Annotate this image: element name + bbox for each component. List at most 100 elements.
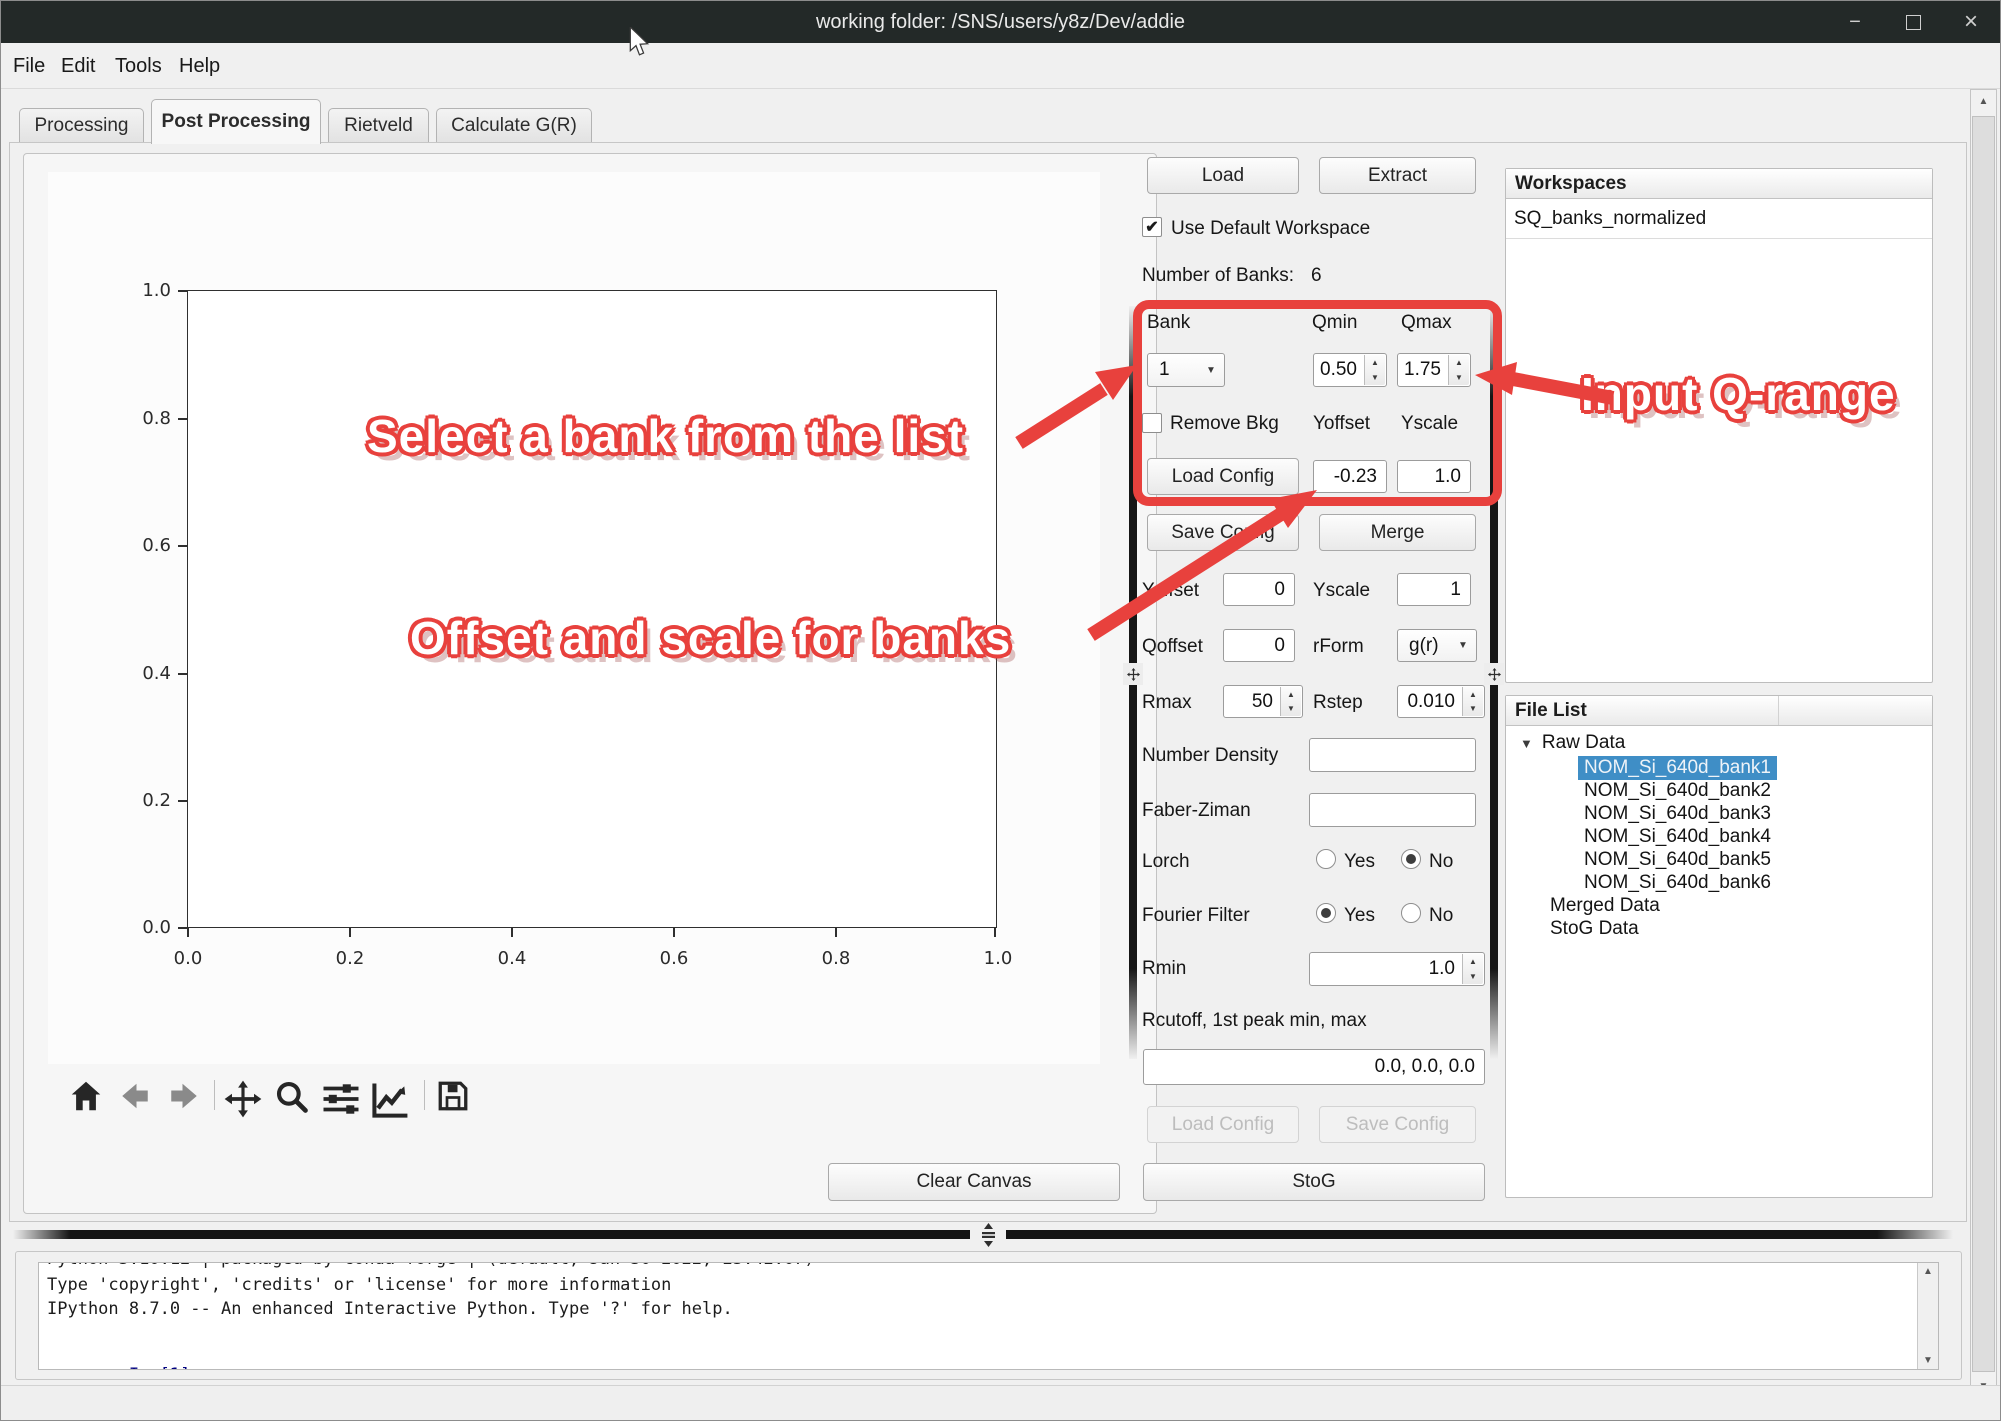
horizontal-splitter-bar[interactable] <box>1006 1230 1953 1239</box>
number-of-banks-value: 6 <box>1311 265 1322 287</box>
rmin-spinbox[interactable]: 1.0 ▲▼ <box>1309 952 1485 986</box>
minimize-button[interactable]: − <box>1833 5 1877 39</box>
lorch-no-radio[interactable] <box>1401 849 1421 869</box>
maximize-icon <box>1906 15 1921 30</box>
stog-button[interactable]: StoG <box>1143 1163 1485 1201</box>
console-scrollbar[interactable]: ▲ ▼ <box>1917 1263 1938 1369</box>
tree-item-stog-data[interactable]: StoG Data <box>1550 918 1639 940</box>
splitter-handle[interactable] <box>1484 663 1504 685</box>
tab-calculate-gr[interactable]: Calculate G(R) <box>436 108 592 143</box>
maximize-button[interactable] <box>1891 5 1935 39</box>
y-tick-label: 0.6 <box>116 535 171 556</box>
horizontal-splitter-handle[interactable] <box>974 1223 1002 1247</box>
workspaces-header[interactable]: Workspaces <box>1506 169 1932 199</box>
ipython-console-panel: Python 3.10.12 | packaged by conda-forge… <box>15 1251 1962 1380</box>
pan-icon[interactable] <box>222 1078 264 1125</box>
scroll-up-icon[interactable]: ▲ <box>1971 96 1996 107</box>
annotation-input-q-range: Input Q-range <box>1581 367 1896 421</box>
workspaces-panel: Workspaces SQ_banks_normalized <box>1505 168 1933 683</box>
lorch-label: Lorch <box>1142 851 1190 873</box>
spinner-arrows-icon[interactable]: ▲▼ <box>1280 687 1301 716</box>
application-window: working folder: /SNS/users/y8z/Dev/addie… <box>0 0 2001 1421</box>
title-bar[interactable]: working folder: /SNS/users/y8z/Dev/addie… <box>1 1 2000 43</box>
splitter-handle[interactable] <box>1123 663 1143 685</box>
load-button[interactable]: Load <box>1147 157 1299 194</box>
qoffset-field[interactable]: 0 <box>1223 629 1295 662</box>
tab-processing[interactable]: Processing <box>19 108 144 143</box>
scroll-up-icon[interactable]: ▲ <box>1918 1266 1938 1277</box>
yscale-field[interactable]: 1 <box>1397 573 1471 606</box>
lorch-no-label: No <box>1429 851 1453 873</box>
tree-item-bank3[interactable]: NOM_Si_640d_bank3 <box>1584 803 1771 825</box>
yscale-label: Yscale <box>1313 580 1370 602</box>
rstep-label: Rstep <box>1313 692 1363 714</box>
console-line-clipped: Python 3.10.12 | packaged by conda-forge… <box>47 1262 815 1269</box>
fourier-filter-yes-radio[interactable] <box>1316 903 1336 923</box>
stog-load-config-button[interactable]: Load Config <box>1147 1106 1299 1143</box>
tree-item-bank6[interactable]: NOM_Si_640d_bank6 <box>1584 872 1771 894</box>
spinner-arrows-icon[interactable]: ▲▼ <box>1462 687 1483 716</box>
save-config-button[interactable]: Save Config <box>1147 514 1299 551</box>
y-tick-label: 0.8 <box>116 408 171 429</box>
menu-item-file[interactable]: File <box>7 43 51 89</box>
tree-item-merged-data[interactable]: Merged Data <box>1550 895 1660 917</box>
spinner-arrows-icon[interactable]: ▲▼ <box>1462 954 1483 984</box>
close-button[interactable]: × <box>1949 5 1993 39</box>
expander-down-icon[interactable]: ▼ <box>1520 736 1533 751</box>
rcutoff-field[interactable]: 0.0, 0.0, 0.0 <box>1143 1049 1485 1085</box>
edit-plot-icon[interactable] <box>368 1078 412 1127</box>
forward-arrow-icon[interactable] <box>166 1078 202 1119</box>
tree-item-bank2[interactable]: NOM_Si_640d_bank2 <box>1584 780 1771 802</box>
yoffset-label: Yoffset <box>1142 580 1199 602</box>
use-default-workspace-checkbox[interactable] <box>1142 217 1162 237</box>
tab-post-processing[interactable]: Post Processing <box>151 99 321 144</box>
toolbar-separator <box>214 1080 215 1110</box>
yoffset-field[interactable]: 0 <box>1223 573 1295 606</box>
tree-item-raw-data[interactable]: ▼ Raw Data <box>1520 732 1625 754</box>
menu-item-edit[interactable]: Edit <box>55 43 101 89</box>
fourier-filter-no-radio[interactable] <box>1401 903 1421 923</box>
home-icon[interactable] <box>68 1078 104 1119</box>
x-tick-label: 1.0 <box>968 948 1028 969</box>
main-scrollbar[interactable]: ▲ ▼ <box>1970 89 1997 1399</box>
stog-save-config-button[interactable]: Save Config <box>1319 1106 1476 1143</box>
menu-bar: File Edit Tools Help <box>1 43 2000 89</box>
workspace-item[interactable]: SQ_banks_normalized <box>1506 199 1932 239</box>
menu-item-tools[interactable]: Tools <box>109 43 168 89</box>
plot-panel: 1.0 0.8 0.6 0.4 0.2 0.0 0.0 0.2 0.4 0.6 … <box>23 153 1157 1214</box>
close-icon: × <box>1964 8 1978 36</box>
rform-combobox[interactable]: g(r) ▼ <box>1397 629 1477 662</box>
configure-subplots-icon[interactable] <box>320 1078 362 1125</box>
faber-ziman-field[interactable] <box>1309 793 1476 827</box>
rstep-spinbox[interactable]: 0.010 ▲▼ <box>1397 685 1485 718</box>
save-icon[interactable] <box>435 1078 471 1119</box>
extract-button[interactable]: Extract <box>1319 157 1476 194</box>
x-tick-label: 0.4 <box>482 948 542 969</box>
number-density-field[interactable] <box>1309 738 1476 772</box>
fourier-filter-label: Fourier Filter <box>1142 905 1250 927</box>
zoom-icon[interactable] <box>273 1078 311 1121</box>
y-tick-label: 1.0 <box>116 280 171 301</box>
tab-rietveld[interactable]: Rietveld <box>328 108 429 143</box>
scrollbar-thumb[interactable] <box>1972 116 1995 1372</box>
tree-item-bank4[interactable]: NOM_Si_640d_bank4 <box>1584 826 1771 848</box>
rmax-spinbox[interactable]: 50 ▲▼ <box>1223 685 1303 718</box>
file-list-header[interactable]: File List <box>1506 696 1932 726</box>
x-tick-label: 0.0 <box>158 948 218 969</box>
move-icon <box>1127 668 1140 681</box>
annotation-highlight-rect <box>1133 300 1502 506</box>
ipython-console[interactable]: Python 3.10.12 | packaged by conda-forge… <box>38 1262 1939 1370</box>
lorch-yes-radio[interactable] <box>1316 849 1336 869</box>
back-arrow-icon[interactable] <box>117 1078 153 1119</box>
status-bar <box>1 1385 2000 1420</box>
plot-axes: 1.0 0.8 0.6 0.4 0.2 0.0 0.0 0.2 0.4 0.6 … <box>187 290 997 928</box>
tree-item-bank1[interactable]: NOM_Si_640d_bank1 <box>1578 756 1777 780</box>
y-tick-label: 0.2 <box>116 790 171 811</box>
menu-item-help[interactable]: Help <box>173 43 226 89</box>
merge-button[interactable]: Merge <box>1319 514 1476 551</box>
tree-item-bank5[interactable]: NOM_Si_640d_bank5 <box>1584 849 1771 871</box>
fourier-filter-yes-label: Yes <box>1344 905 1375 927</box>
scroll-down-icon[interactable]: ▼ <box>1918 1355 1938 1366</box>
clear-canvas-button[interactable]: Clear Canvas <box>828 1163 1120 1201</box>
horizontal-splitter-bar[interactable] <box>13 1230 970 1239</box>
